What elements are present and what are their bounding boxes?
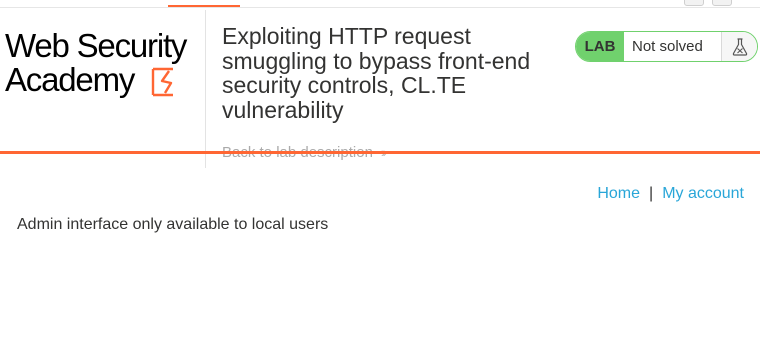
browser-chrome-strip (0, 0, 760, 8)
logo-lightning-icon (151, 67, 173, 97)
logo-line-2: Academy (5, 61, 135, 98)
admin-access-message: Admin interface only available to local … (17, 216, 329, 233)
chrome-divider (0, 7, 760, 8)
lab-title: Exploiting HTTP request smuggling to byp… (222, 23, 531, 123)
home-link[interactable]: Home (597, 185, 640, 202)
my-account-link[interactable]: My account (662, 185, 744, 202)
lab-status-text: Not solved (632, 38, 703, 55)
top-nav: Home | My account (597, 185, 744, 203)
window-close-button[interactable] (712, 0, 732, 6)
active-tab-indicator (168, 5, 240, 7)
window-minimize-button[interactable] (684, 0, 704, 6)
web-security-academy-logo[interactable]: Web Security Academy (5, 29, 201, 103)
logo-line-1: Web Security (5, 27, 187, 64)
lab-status-widget: LAB Not solved (575, 31, 758, 62)
header-accent-rule (0, 151, 760, 154)
header-divider (205, 10, 206, 168)
flask-icon (721, 32, 757, 61)
lab-badge: LAB (576, 32, 624, 61)
nav-separator: | (649, 185, 654, 202)
